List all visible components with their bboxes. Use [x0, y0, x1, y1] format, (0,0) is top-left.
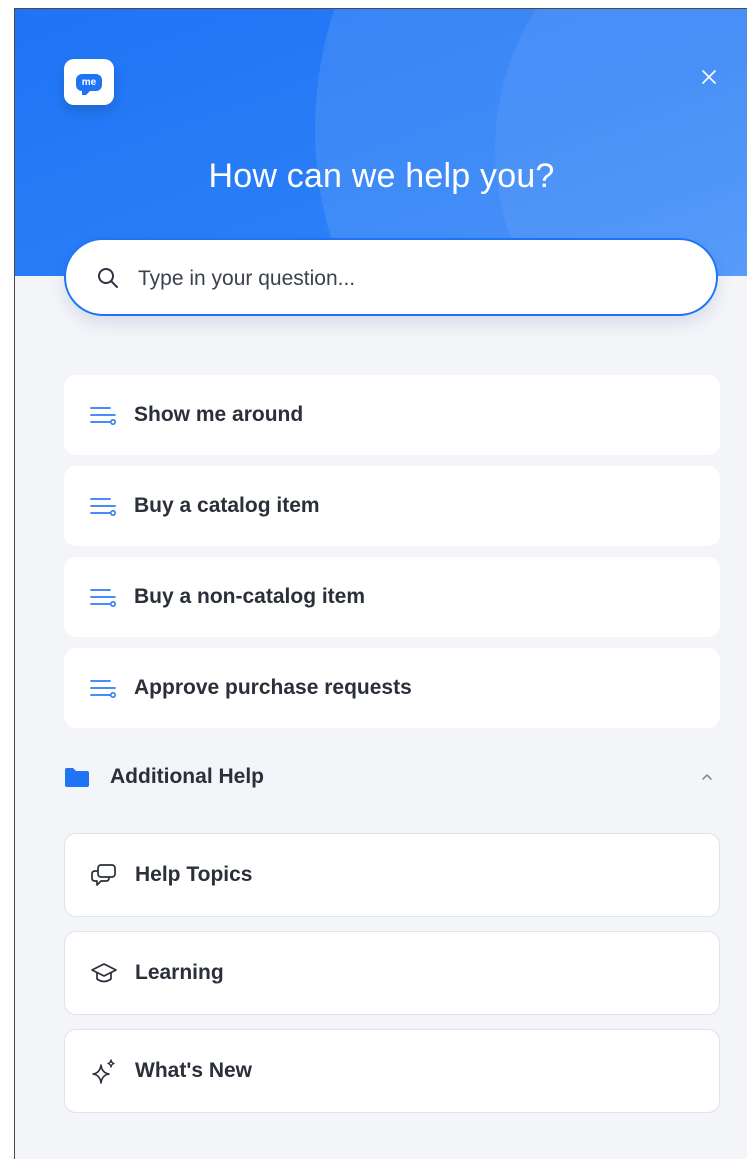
search-box[interactable] — [64, 238, 718, 316]
sparkle-icon — [89, 1058, 119, 1084]
additional-help-toggle[interactable]: Additional Help — [64, 752, 720, 804]
section-title: Additional Help — [110, 765, 264, 788]
walkthrough-label: Buy a non-catalog item — [134, 585, 366, 608]
page-title: How can we help you? — [208, 157, 555, 195]
help-item-label: What's New — [135, 1059, 253, 1082]
chat-bubbles-icon — [89, 862, 119, 888]
flow-list-icon — [88, 493, 118, 519]
close-icon — [702, 70, 716, 84]
search-icon — [98, 268, 118, 288]
panel-header: me How can we help you? — [15, 9, 747, 276]
walkthrough-label: Show me around — [134, 403, 304, 426]
chevron-up-icon — [702, 774, 712, 780]
walkthrough-label: Approve purchase requests — [134, 676, 412, 699]
help-item-help-topics[interactable]: Help Topics — [64, 833, 720, 917]
flow-list-icon — [88, 402, 118, 428]
close-button[interactable] — [695, 63, 723, 91]
search-input[interactable] — [136, 256, 700, 302]
graduation-cap-icon — [89, 960, 119, 986]
walkthrough-item-buy-catalog[interactable]: Buy a catalog item — [64, 466, 720, 546]
walkthrough-item-show-me-around[interactable]: Show me around — [64, 375, 720, 455]
app-logo: me — [64, 59, 114, 105]
flow-list-icon — [88, 584, 118, 610]
help-panel: me How can we help you? Show me around — [14, 8, 747, 1159]
header-decoration-2 — [495, 9, 747, 276]
help-item-whats-new[interactable]: What's New — [64, 1029, 720, 1113]
flow-list-icon — [88, 675, 118, 701]
help-item-label: Learning — [135, 961, 224, 984]
walkthrough-item-buy-non-catalog[interactable]: Buy a non-catalog item — [64, 557, 720, 637]
folder-icon — [65, 768, 89, 787]
logo-badge: me — [76, 73, 102, 95]
walkthrough-item-approve-requests[interactable]: Approve purchase requests — [64, 648, 720, 728]
walkthrough-label: Buy a catalog item — [134, 494, 320, 517]
help-item-label: Help Topics — [135, 863, 253, 886]
help-item-learning[interactable]: Learning — [64, 931, 720, 1015]
